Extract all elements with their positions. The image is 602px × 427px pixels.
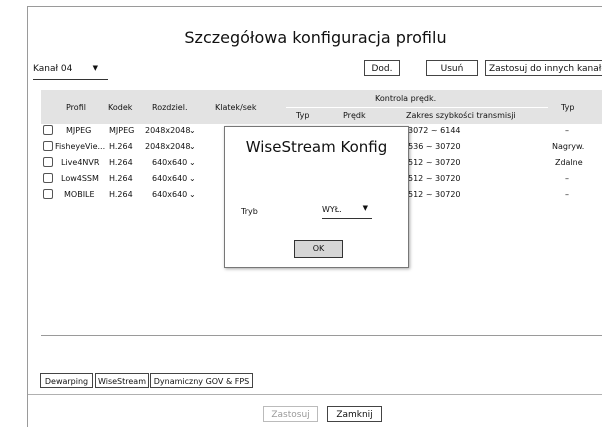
bitrate-range-value: 1536 ~ 30720 — [403, 142, 461, 151]
codec-value: H.264 — [109, 190, 133, 199]
dropdown-arrow-icon[interactable]: ⌄ — [189, 126, 196, 135]
dropdown-arrow-icon[interactable]: ⌄ — [189, 158, 196, 167]
mode-value: WYŁ. — [322, 205, 342, 214]
col-rate-control: Kontrola prędk. — [375, 94, 437, 103]
divider — [41, 335, 602, 336]
dropdown-arrow-icon[interactable]: ⌄ — [189, 174, 196, 183]
dropdown-arrow-icon[interactable]: ⌄ — [189, 142, 196, 151]
mode-label: Tryb — [241, 207, 258, 216]
tab-wisestream[interactable]: WiseStream — [95, 373, 149, 388]
dropdown-arrow-icon: ▼ — [92, 64, 98, 72]
wisestream-config-popup: WiseStream Konfig Tryb WYŁ. ▼ OK — [224, 126, 409, 268]
profile-type-value: Zdalne — [555, 158, 583, 167]
row-checkbox[interactable] — [43, 125, 53, 135]
codec-value: H.264 — [109, 174, 133, 183]
profile-type-value: – — [565, 174, 569, 183]
ok-button[interactable]: OK — [294, 240, 343, 258]
dialog-title: Szczegółowa konfiguracja profilu — [184, 28, 447, 47]
resolution-value[interactable]: 2048x2048 — [145, 142, 190, 151]
codec-value: H.264 — [109, 158, 133, 167]
delete-button[interactable]: Usuń — [426, 60, 478, 76]
col-profile-type: Typ — [561, 103, 575, 112]
profile-name: FisheyeVie... — [55, 142, 106, 151]
header-divider — [286, 107, 548, 108]
resolution-value[interactable]: 640x640 — [152, 158, 187, 167]
col-bitrate-type: Typ — [296, 111, 310, 120]
dropdown-arrow-icon: ▼ — [362, 204, 368, 212]
profile-name: Live4NVR — [61, 158, 100, 167]
profile-type-value: – — [565, 190, 569, 199]
profile-type-value: – — [565, 126, 569, 135]
bitrate-range-value: 512 ~ 30720 — [408, 158, 461, 167]
tab-dewarping[interactable]: Dewarping — [40, 373, 93, 388]
dropdown-arrow-icon[interactable]: ⌄ — [189, 190, 196, 199]
resolution-value[interactable]: 2048x2048 — [145, 126, 190, 135]
table-header: Profil Kodek Rozdziel. Klatek/sek Kontro… — [41, 90, 602, 124]
add-button[interactable]: Dod. — [364, 60, 400, 76]
codec-value: H.264 — [109, 142, 133, 151]
profile-name: MJPEG — [66, 126, 92, 135]
profile-type-value: Nagryw. — [552, 142, 585, 151]
row-checkbox[interactable] — [43, 189, 53, 199]
channel-select[interactable]: Kanał 04 ▼ — [33, 64, 108, 80]
apply-to-other-channels-button[interactable]: Zastosuj do innych kanałów — [485, 60, 602, 76]
bitrate-range-value: 512 ~ 30720 — [408, 190, 461, 199]
col-codec: Kodek — [108, 103, 133, 112]
col-fps: Klatek/sek — [215, 103, 257, 112]
apply-button[interactable]: Zastosuj — [263, 406, 318, 422]
resolution-value[interactable]: 640x640 — [152, 190, 187, 199]
close-button[interactable]: Zamknij — [327, 406, 382, 422]
footer-divider — [28, 394, 602, 395]
tab-dynamic-gov-fps[interactable]: Dynamiczny GOV & FPS — [150, 373, 253, 388]
row-checkbox[interactable] — [43, 157, 53, 167]
codec-value: MJPEG — [109, 126, 135, 135]
row-checkbox[interactable] — [43, 141, 53, 151]
row-checkbox[interactable] — [43, 173, 53, 183]
resolution-value[interactable]: 640x640 — [152, 174, 187, 183]
col-speed: Prędk — [343, 111, 366, 120]
profile-name: Low4SSM — [61, 174, 99, 183]
bitrate-range-value: 3072 ~ 6144 — [408, 126, 461, 135]
mode-select[interactable]: WYŁ. ▼ — [322, 204, 372, 219]
col-bitrate-range: Zakres szybkości transmisji — [406, 111, 516, 120]
profile-name: MOBILE — [64, 190, 95, 199]
bitrate-range-value: 512 ~ 30720 — [408, 174, 461, 183]
popup-title: WiseStream Konfig — [245, 138, 388, 156]
col-resolution: Rozdziel. — [152, 103, 188, 112]
channel-value: Kanał 04 — [33, 64, 73, 74]
col-profile: Profil — [66, 103, 86, 112]
